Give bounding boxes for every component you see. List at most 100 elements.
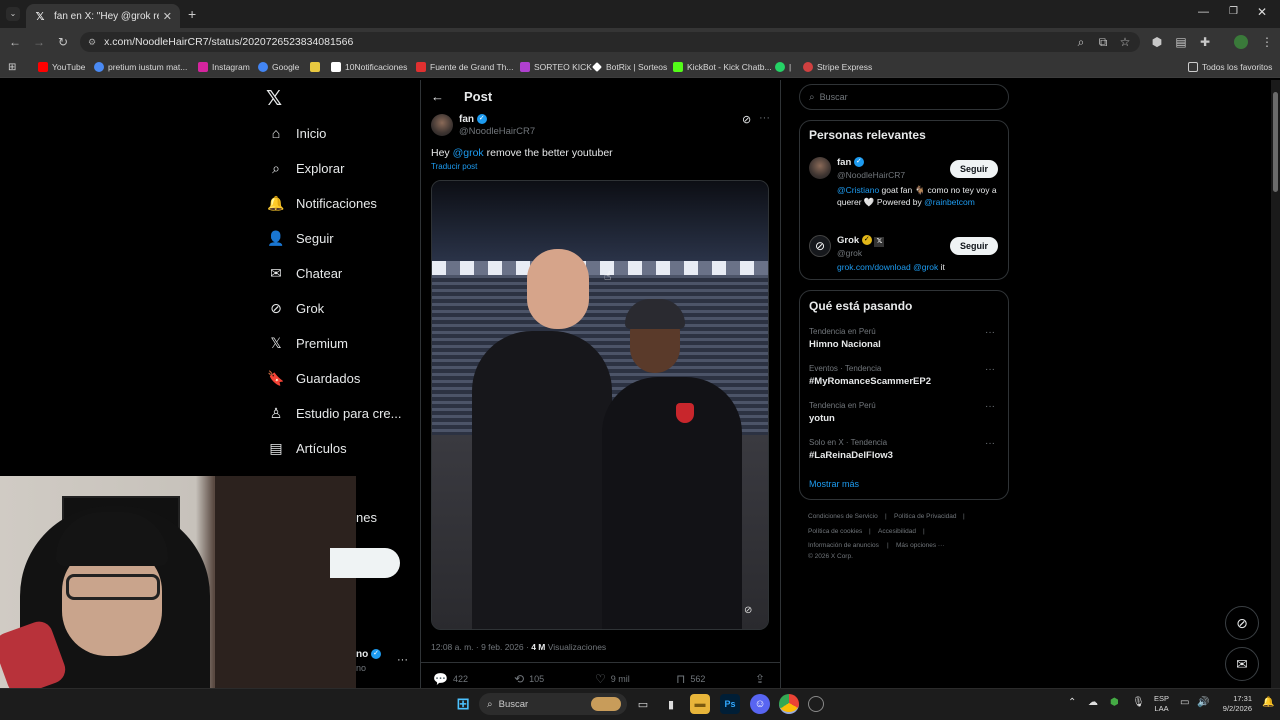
bookmark-gta-source[interactable]: Fuente de Grand Th... bbox=[416, 59, 513, 75]
tab-search-icon[interactable]: ⌄ bbox=[6, 7, 20, 21]
follow-grok-button[interactable]: Seguir bbox=[950, 237, 998, 255]
nav-more-partial[interactable]: nes bbox=[356, 510, 377, 525]
person-grok-name[interactable]: Grok ✓ 𝕏 bbox=[837, 235, 885, 247]
follow-fan-button[interactable]: Seguir bbox=[950, 160, 998, 178]
trend-item[interactable]: Eventos · Tendencia #MyRomanceScammerEP2 ·… bbox=[809, 364, 999, 387]
post-button-partial[interactable] bbox=[330, 548, 400, 578]
notification-bell-icon[interactable]: 🔔 bbox=[1262, 697, 1274, 708]
translate-post-link[interactable]: Traducir post bbox=[431, 162, 477, 171]
browser-tab-active[interactable]: 𝕏 fan en X: "Hey @grok remove t ✕ bbox=[26, 4, 180, 28]
trend-item[interactable]: Tendencia en Perú Himno Nacional ··· bbox=[809, 327, 999, 350]
footer-cookies-link[interactable]: Política de cookies bbox=[808, 528, 862, 535]
star-bookmark-icon[interactable]: ☆ bbox=[1116, 33, 1134, 51]
footer-terms-link[interactable]: Condiciones de Servicio bbox=[808, 513, 878, 520]
app-icon[interactable]: ▮ bbox=[661, 694, 681, 714]
photoshop-icon[interactable]: Ps bbox=[720, 694, 740, 714]
bookmark-google[interactable]: Google bbox=[258, 59, 299, 75]
reload-icon[interactable]: ↻ bbox=[54, 33, 72, 51]
footer-accessibility-link[interactable]: Accesibilidad bbox=[878, 528, 916, 535]
grok-explain-icon[interactable]: ⊘ bbox=[742, 113, 751, 126]
like-button[interactable]: ♡ 9 mil bbox=[595, 672, 630, 686]
bookmark-whatsapp[interactable]: | bbox=[775, 59, 791, 75]
tray-app-icon[interactable]: ⬢ bbox=[1110, 697, 1119, 708]
bio-link-rainbet[interactable]: @rainbetcom bbox=[924, 197, 975, 207]
bookmark-sorteo-kick[interactable]: SORTEO KICK bbox=[520, 59, 592, 75]
close-tab-icon[interactable]: ✕ bbox=[163, 10, 172, 23]
nav-item-8[interactable]: ♙ Estudio para cre... bbox=[268, 401, 402, 425]
bookmark-unnamed[interactable] bbox=[310, 59, 324, 75]
bio-mention-grok[interactable]: @grok bbox=[913, 262, 938, 272]
apps-grid-icon[interactable]: ⊞ bbox=[8, 59, 16, 75]
forward-icon[interactable]: → bbox=[30, 33, 48, 51]
restore-window-icon[interactable]: ❐ bbox=[1229, 6, 1238, 17]
trend-item[interactable]: Tendencia en Perú yotun ··· bbox=[809, 401, 999, 424]
footer-ads-link[interactable]: Información de anuncios bbox=[808, 542, 879, 549]
author-handle[interactable]: @NoodleHairCR7 bbox=[459, 126, 535, 137]
install-app-icon[interactable]: ⧉ bbox=[1094, 33, 1112, 51]
windows-start-icon[interactable]: ⊞ bbox=[453, 694, 473, 714]
all-bookmarks[interactable]: Todos los favoritos bbox=[1188, 59, 1272, 75]
tray-overflow-icon[interactable]: ⌃ bbox=[1068, 697, 1076, 708]
grok-floating-button[interactable]: ⊘ bbox=[1225, 606, 1259, 640]
footer-privacy-link[interactable]: Política de Privacidad bbox=[894, 513, 957, 520]
media-icon[interactable]: ▤ bbox=[1172, 33, 1190, 51]
tray-app-icon[interactable]: 🎙 bbox=[1132, 697, 1145, 708]
nav-item-2[interactable]: 🔔 Notificaciones bbox=[267, 191, 377, 215]
trend-more-icon[interactable]: ··· bbox=[985, 438, 995, 449]
nav-item-3[interactable]: 👤 Seguir bbox=[267, 226, 333, 250]
new-tab-button[interactable]: + bbox=[188, 6, 196, 22]
nav-item-0[interactable]: ⌂ Inicio bbox=[268, 121, 327, 145]
nav-item-1[interactable]: ⌕ Explorar bbox=[268, 156, 344, 180]
extension-icon[interactable]: ⬢ bbox=[1148, 33, 1166, 51]
input-language[interactable]: ESP LAA bbox=[1154, 694, 1169, 714]
volume-icon[interactable]: 🔊 bbox=[1197, 697, 1209, 708]
app-icon[interactable] bbox=[808, 696, 824, 712]
nav-item-6[interactable]: 𝕏 Premium bbox=[268, 331, 348, 355]
x-logo-icon[interactable]: 𝕏 bbox=[266, 86, 282, 111]
footer-more-link[interactable]: Más opciones ··· bbox=[896, 542, 944, 549]
search-box[interactable]: ⌕ Buscar bbox=[799, 84, 1009, 110]
trend-more-icon[interactable]: ··· bbox=[985, 364, 995, 375]
show-more-link[interactable]: Mostrar más bbox=[809, 479, 859, 489]
nav-item-9[interactable]: ▤ Artículos bbox=[268, 436, 346, 460]
trend-item[interactable]: Solo en X · Tendencia #LaReinaDelFlow3 ··· bbox=[809, 438, 999, 461]
messages-floating-button[interactable]: ✉ bbox=[1225, 647, 1259, 681]
person-fan-name[interactable]: fan ✓ bbox=[837, 157, 864, 168]
profile-avatar-icon[interactable] bbox=[1232, 33, 1250, 51]
account-menu-icon[interactable]: ··· bbox=[397, 654, 408, 666]
account-name-partial[interactable]: no ✓ bbox=[356, 649, 381, 660]
bookmark-kickbot[interactable]: KickBot - Kick Chatb... bbox=[673, 59, 772, 75]
reply-button[interactable]: 💬 422 bbox=[433, 672, 468, 686]
zoom-icon[interactable]: ⌕ bbox=[1072, 33, 1090, 51]
discord-icon[interactable]: ☺ bbox=[750, 694, 770, 714]
trend-more-icon[interactable]: ··· bbox=[985, 327, 995, 338]
author-name[interactable]: fan ✓ bbox=[459, 114, 487, 125]
minimize-window-icon[interactable]: — bbox=[1198, 6, 1209, 18]
bookmark-stripe[interactable]: Stripe Express bbox=[803, 59, 872, 75]
clock[interactable]: 17:31 9/2/2026 bbox=[1216, 694, 1252, 714]
person-fan-avatar[interactable] bbox=[809, 157, 831, 179]
browser-menu-icon[interactable]: ⋮ bbox=[1258, 33, 1276, 51]
mention-grok[interactable]: @grok bbox=[453, 147, 484, 159]
file-explorer-icon[interactable]: ▬ bbox=[690, 694, 710, 714]
site-info-icon[interactable]: ⚙ bbox=[88, 37, 96, 48]
author-avatar[interactable] bbox=[431, 114, 453, 136]
image-grok-icon[interactable]: ⊘ bbox=[744, 605, 752, 616]
bookmark-button[interactable]: ⊓ 562 bbox=[676, 672, 705, 686]
network-icon[interactable]: ▭ bbox=[1180, 697, 1189, 708]
repost-button[interactable]: ⟲ 105 bbox=[514, 672, 544, 686]
bookmark-instagram[interactable]: Instagram bbox=[198, 59, 250, 75]
address-bar[interactable]: ⚙ x.com/NoodleHairCR7/status/20207265238… bbox=[80, 32, 1140, 52]
nav-item-4[interactable]: ✉ Chatear bbox=[268, 261, 342, 285]
bookmark-youtube[interactable]: YouTube bbox=[38, 59, 85, 75]
bio-link-grok-download[interactable]: grok.com/download bbox=[837, 262, 911, 272]
bookmark-botrix[interactable]: BotRix | Sorteos bbox=[592, 59, 667, 75]
nav-item-7[interactable]: 🔖 Guardados bbox=[267, 366, 360, 390]
share-button[interactable]: ⇪ bbox=[755, 672, 770, 686]
chrome-icon[interactable] bbox=[779, 694, 799, 714]
scrollbar-thumb[interactable] bbox=[1273, 92, 1278, 192]
tray-app-icon[interactable]: ☁ bbox=[1088, 697, 1098, 708]
back-arrow-icon[interactable]: ← bbox=[431, 89, 444, 104]
post-more-icon[interactable]: ··· bbox=[759, 112, 770, 124]
task-view-icon[interactable]: ▭ bbox=[633, 694, 653, 714]
